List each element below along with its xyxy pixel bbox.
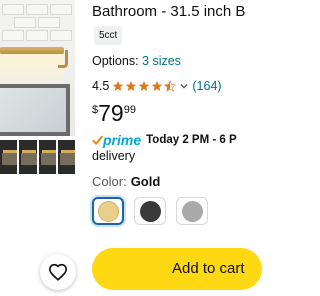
black-swatch[interactable]	[134, 197, 166, 225]
chevron-down-icon	[180, 83, 189, 89]
rating-value: 4.5	[92, 79, 110, 93]
prime-logo: prime	[92, 132, 141, 148]
color-selected-value: Gold	[130, 174, 161, 189]
wall-tile	[50, 4, 72, 15]
rating-row[interactable]: 4.5 (164)	[92, 79, 222, 93]
product-photo[interactable]	[0, 0, 75, 136]
star-full-icon	[139, 81, 150, 91]
options-label: Options:	[92, 54, 143, 68]
thumbnail[interactable]	[57, 140, 75, 174]
star-rating	[112, 80, 177, 92]
heart-icon	[48, 263, 68, 281]
price-whole: 79	[98, 100, 124, 126]
color-swatches	[92, 197, 208, 225]
size-chip[interactable]: 5cct	[94, 26, 123, 45]
price-fraction: 99	[123, 104, 136, 116]
mirror	[0, 84, 70, 136]
prime-check-icon	[92, 135, 103, 145]
wall-tile	[26, 4, 48, 15]
wishlist-button[interactable]	[40, 254, 76, 290]
price: $ 79 99	[92, 100, 136, 126]
wall-tile	[50, 30, 72, 41]
vanity-light-arm	[58, 50, 68, 68]
product-details: Bathroom - 31.5 inch B 5cct Options: 3 s…	[92, 0, 262, 296]
delivery-time: Today 2 PM - 6 P	[146, 134, 237, 146]
review-count[interactable]: (164)	[192, 79, 221, 93]
black-swatch-dot	[139, 200, 161, 222]
star-full-icon	[152, 81, 163, 91]
color-row: Color: Gold	[92, 174, 160, 189]
thumbnail[interactable]	[0, 140, 18, 174]
thumbnail[interactable]	[19, 140, 37, 174]
star-full-icon	[126, 81, 137, 91]
image-thumbnails	[0, 140, 75, 174]
prime-word: prime	[103, 132, 142, 148]
thumbnail[interactable]	[38, 140, 56, 174]
color-label: Color:	[92, 174, 127, 189]
gold-swatch-dot	[97, 200, 119, 222]
gray-swatch[interactable]	[176, 197, 208, 225]
wall-tile	[2, 30, 24, 41]
star-half-icon	[164, 80, 177, 92]
prime-delivery-row: prime Today 2 PM - 6 P	[92, 132, 237, 148]
gold-swatch[interactable]	[92, 197, 124, 225]
delivery-label: delivery	[92, 149, 136, 163]
product-image-panel[interactable]	[0, 0, 86, 296]
options-row: Options: 3 sizes	[92, 54, 181, 68]
vanity-light-bar	[0, 47, 64, 54]
options-link[interactable]: 3 sizes	[142, 54, 181, 68]
wall-tile	[26, 30, 48, 41]
wall-tile	[14, 17, 36, 28]
gray-swatch-dot	[181, 200, 203, 222]
star-full-icon	[113, 81, 124, 91]
product-title[interactable]: Bathroom - 31.5 inch B	[92, 3, 245, 20]
wall-tile	[2, 4, 24, 15]
add-to-cart-button[interactable]: Add to cart	[92, 248, 262, 290]
wall-tile	[38, 17, 60, 28]
